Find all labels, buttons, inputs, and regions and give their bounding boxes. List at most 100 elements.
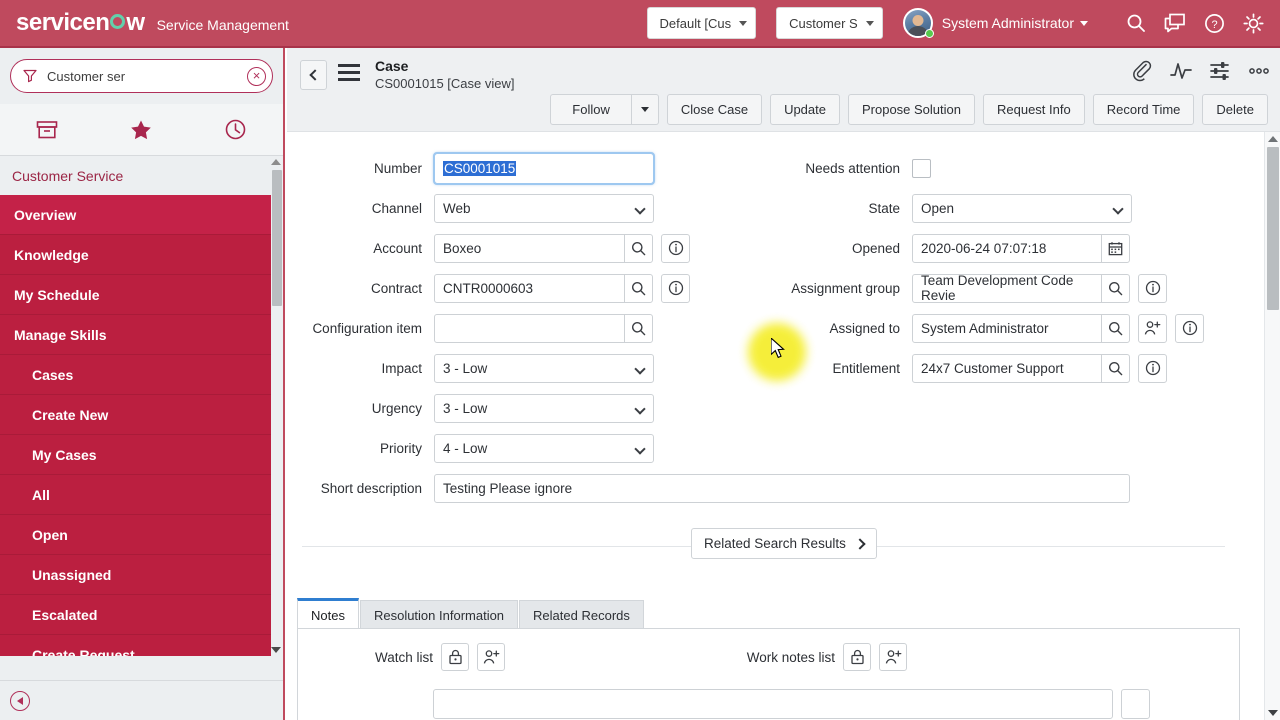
scroll-up-icon[interactable] — [1268, 136, 1278, 142]
context-menu-icon[interactable] — [338, 64, 360, 85]
request-info-button[interactable]: Request Info — [983, 94, 1085, 125]
sidebar-item-create-new[interactable]: Create New — [0, 395, 283, 435]
sidebar-item-my-schedule[interactable]: My Schedule — [0, 275, 283, 315]
configuration-item-control — [434, 313, 653, 343]
sidebar-item-cases[interactable]: Cases — [0, 355, 283, 395]
entitlement-lookup-icon[interactable] — [1101, 353, 1130, 383]
sidebar-scrollbar[interactable] — [271, 156, 283, 656]
sidebar-item-escalated[interactable]: Escalated — [0, 595, 283, 635]
related-search-results-button[interactable]: Related Search Results — [691, 528, 877, 559]
state-select[interactable]: Open — [912, 193, 1132, 223]
assignment-group-lookup-icon[interactable] — [1101, 273, 1130, 303]
sidebar-item-my-cases[interactable]: My Cases — [0, 435, 283, 475]
tab-notes[interactable]: Notes — [297, 598, 359, 629]
sidebar-item-open[interactable]: Open — [0, 515, 283, 555]
watch-list-add-user-icon[interactable] — [477, 643, 505, 671]
user-name[interactable]: System Administrator — [942, 15, 1074, 31]
assigned-to-info-icon[interactable] — [1175, 313, 1204, 343]
personalize-icon[interactable] — [1209, 60, 1231, 82]
field-row-urgency: Urgency 3 - Low — [287, 388, 737, 428]
watch-list-lock-icon[interactable] — [441, 643, 469, 671]
sidebar-item-create-request[interactable]: Create Request — [0, 635, 283, 656]
all-applications-icon[interactable] — [0, 104, 94, 155]
propose-solution-button[interactable]: Propose Solution — [847, 94, 975, 125]
needs-attention-checkbox[interactable] — [912, 158, 931, 178]
clear-filter-icon[interactable]: × — [247, 66, 266, 86]
opened-input[interactable]: 2020-06-24 07:07:18 — [912, 233, 1102, 263]
configuration-item-input[interactable] — [434, 313, 625, 343]
assignment-group-info-icon[interactable] — [1138, 273, 1167, 303]
entitlement-input[interactable]: 24x7 Customer Support — [912, 353, 1102, 383]
scroll-down-icon[interactable] — [271, 647, 281, 653]
sidebar-item-all[interactable]: All — [0, 475, 283, 515]
more-options-icon[interactable] — [1248, 60, 1270, 82]
assignment-group-input[interactable]: Team Development Code Revie — [912, 273, 1102, 303]
entitlement-info-icon[interactable] — [1138, 353, 1167, 383]
field-row-impact: Impact 3 - Low — [287, 348, 737, 388]
conversations-icon[interactable] — [1162, 10, 1188, 36]
search-icon[interactable] — [1123, 10, 1149, 36]
opened-control: 2020-06-24 07:07:18 — [912, 233, 1130, 263]
urgency-select[interactable]: 3 - Low — [434, 393, 654, 423]
sidebar-item-overview[interactable]: Overview — [0, 195, 283, 235]
account-input[interactable]: Boxeo — [434, 233, 625, 263]
content-scrollbar[interactable] — [1264, 132, 1280, 720]
state-control: Open — [912, 193, 1132, 223]
chevron-down-icon[interactable] — [1080, 20, 1088, 26]
sidebar-item-unassigned[interactable]: Unassigned — [0, 555, 283, 595]
content-scrollbar-thumb[interactable] — [1267, 147, 1279, 310]
application-selector[interactable]: Default [Cus — [646, 7, 757, 39]
assigned-to-input[interactable]: System Administrator — [912, 313, 1102, 343]
contract-input[interactable]: CNTR0000603 — [434, 273, 625, 303]
assigned-to-add-user-icon[interactable] — [1138, 313, 1167, 343]
activity-icon[interactable] — [1170, 60, 1192, 82]
account-info-icon[interactable] — [661, 233, 690, 263]
delete-button[interactable]: Delete — [1202, 94, 1268, 125]
opened-calendar-icon[interactable] — [1101, 233, 1130, 263]
close-case-button[interactable]: Close Case — [666, 94, 763, 125]
case-form: Number CS0001015 Channel Web Account Boxeo Con… — [287, 132, 1280, 720]
notes-input-field[interactable] — [433, 689, 1113, 719]
attachment-icon[interactable] — [1131, 60, 1153, 82]
account-label: Account — [373, 240, 422, 256]
history-icon[interactable] — [189, 104, 283, 155]
contract-info-icon[interactable] — [661, 273, 690, 303]
gear-icon[interactable] — [1240, 10, 1266, 36]
tab-related-records[interactable]: Related Records — [519, 600, 644, 629]
account-control: Boxeo — [434, 233, 690, 263]
follow-dropdown-button[interactable] — [631, 94, 659, 125]
help-icon[interactable]: ? — [1201, 10, 1227, 36]
configuration-item-lookup-icon[interactable] — [624, 313, 653, 343]
priority-select[interactable]: 4 - Low — [434, 433, 654, 463]
work-notes-list-add-user-icon[interactable] — [879, 643, 907, 671]
favorites-icon[interactable] — [94, 104, 188, 155]
assigned-to-lookup-icon[interactable] — [1101, 313, 1130, 343]
sidebar-item-knowledge[interactable]: Knowledge — [0, 235, 283, 275]
navigator-filter-input[interactable] — [47, 68, 247, 84]
scroll-down-icon[interactable] — [1268, 710, 1278, 716]
update-button[interactable]: Update — [770, 94, 840, 125]
back-button[interactable] — [300, 60, 327, 90]
tab-resolution-information[interactable]: Resolution Information — [359, 600, 519, 629]
notes-input-action-button[interactable] — [1121, 689, 1150, 719]
scroll-up-icon[interactable] — [271, 159, 281, 165]
account-lookup-icon[interactable] — [624, 233, 653, 263]
sidebar-scrollbar-thumb[interactable] — [272, 170, 282, 306]
scope-selector[interactable]: Customer S — [776, 7, 883, 39]
collapse-sidebar-icon[interactable] — [10, 690, 30, 711]
chevron-down-icon — [640, 107, 649, 112]
follow-button[interactable]: Follow — [550, 94, 632, 125]
work-notes-list-lock-icon[interactable] — [843, 643, 871, 671]
urgency-value: 3 - Low — [443, 400, 488, 416]
impact-select[interactable]: 3 - Low — [434, 353, 654, 383]
servicenow-logo[interactable]: servicen w Service Management — [16, 11, 289, 35]
navigator-filter-box[interactable]: × — [10, 59, 273, 93]
contract-lookup-icon[interactable] — [624, 273, 653, 303]
number-input[interactable]: CS0001015 — [433, 151, 655, 185]
sidebar-item-manage-skills[interactable]: Manage Skills — [0, 315, 283, 355]
short-description-input[interactable]: Testing Please ignore — [434, 473, 1130, 503]
logo-text: servicen w — [16, 9, 145, 36]
channel-select[interactable]: Web — [434, 193, 654, 223]
record-time-button[interactable]: Record Time — [1092, 94, 1195, 125]
avatar[interactable] — [902, 8, 934, 38]
